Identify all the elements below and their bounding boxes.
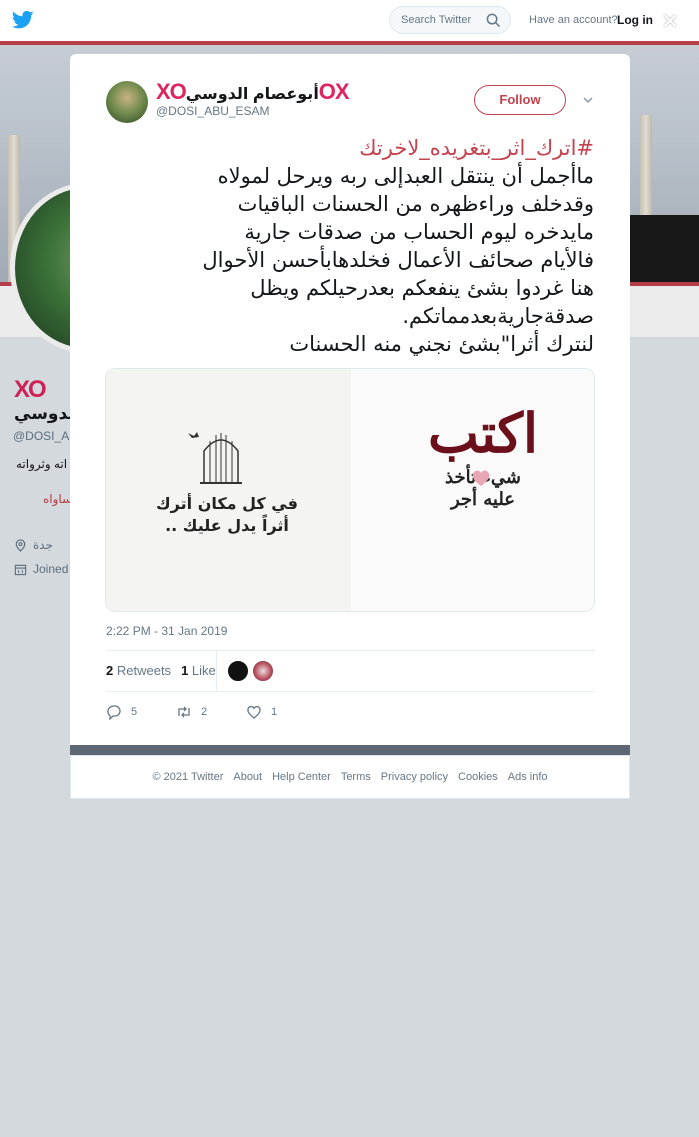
- heart-decoration-icon: [472, 470, 490, 486]
- image-left-panel: في كل مكان أترك أثراً يدل عليك ..: [106, 369, 351, 611]
- stats-separator: [216, 651, 217, 692]
- footer-link-cookies[interactable]: Cookies: [458, 771, 498, 783]
- image-left-caption: في كل مكان أترك أثراً يدل عليك ..: [132, 493, 322, 537]
- footer-link-help-center[interactable]: Help Center: [272, 771, 331, 783]
- heart-icon: [247, 705, 261, 719]
- search-input[interactable]: Search Twitter: [389, 6, 511, 34]
- footer-link-about[interactable]: About: [233, 771, 262, 783]
- author-name[interactable]: XOأبوعصام الدوسيOX: [156, 79, 350, 105]
- image-left-line: أثراً يدل عليك ..: [165, 516, 289, 535]
- name-decoration-right: OX: [318, 79, 350, 104]
- author-name-text: أبوعصام الدوسي: [185, 86, 319, 103]
- top-navigation-bar: Search Twitter Have an account? Log in: [0, 0, 699, 42]
- retweets-count: 2: [106, 663, 114, 678]
- search-icon[interactable]: [486, 13, 501, 28]
- retweet-count: 2: [201, 706, 208, 718]
- tweet-line: هنا غردوا بشئ ينفعكم بعدرحيلكم ويظل: [250, 276, 594, 300]
- image-right-panel: اكتب شيء تأخذ عليه أجر: [351, 369, 594, 611]
- tweet-line: مايدخره ليوم الحساب من صدقات جارية: [244, 220, 594, 244]
- search-placeholder: Search Twitter: [401, 14, 472, 26]
- tweet-timestamp[interactable]: 2:22 PM - 31 Jan 2019: [106, 624, 227, 638]
- footer-copyright: © 2021 Twitter: [152, 771, 224, 783]
- liker-avatar[interactable]: [252, 660, 274, 682]
- have-account-text: Have an account?: [529, 14, 618, 26]
- tweet-stats: 2 Retweets 1 Like: [106, 663, 216, 678]
- chevron-down-icon[interactable]: [582, 94, 594, 106]
- image-left-line: في كل مكان أترك: [156, 494, 298, 513]
- footer-link-terms[interactable]: Terms: [341, 771, 371, 783]
- image-right-headline: اكتب: [427, 401, 539, 465]
- tweet-line: صدقةجاريةبعدمماتكم.: [402, 304, 594, 328]
- tweet-line: ماأجمل أن ينتقل العبدإلى ربه ويرحل لمولا…: [217, 164, 594, 188]
- tweet-line: لنترك أثرا"بشئ نجني منه الحسنات: [289, 332, 594, 356]
- tweet-line: وقدخلف وراءظهره من الحسنات الباقيات: [237, 192, 594, 216]
- hashtag-link[interactable]: #اترك_اثر_بتغريده_لاخرتك: [100, 134, 594, 162]
- like-button[interactable]: 1: [246, 704, 316, 720]
- login-link[interactable]: Log in: [617, 13, 653, 27]
- close-icon[interactable]: ×: [657, 7, 683, 35]
- footer-link-privacy[interactable]: Privacy policy: [381, 771, 448, 783]
- reply-count: 5: [131, 706, 138, 718]
- retweets-label: Retweets: [116, 663, 172, 678]
- likes-count: 1: [181, 663, 189, 678]
- like-count: 1: [271, 706, 278, 718]
- liker-avatar[interactable]: [227, 660, 249, 682]
- retweet-icon: [178, 706, 190, 718]
- tweet-modal: XOأبوعصام الدوسيOX @DOSI_ABU_ESAM Follow…: [70, 54, 630, 745]
- retweet-button[interactable]: 2: [176, 704, 246, 720]
- image-right-line: عليه أجر: [450, 489, 516, 510]
- twitter-bird-icon[interactable]: [12, 10, 34, 30]
- footer-links: © 2021 Twitter About Help Center Terms P…: [70, 755, 630, 799]
- author-avatar[interactable]: [106, 81, 148, 123]
- author-handle[interactable]: @DOSI_ABU_ESAM: [156, 104, 270, 118]
- footer-link-ads-info[interactable]: Ads info: [508, 771, 548, 783]
- likes-stat[interactable]: 1 Like: [181, 663, 216, 678]
- name-decoration-left: XO: [156, 79, 187, 104]
- tweet-actions: 5 2 1: [106, 704, 316, 720]
- divider: [106, 650, 595, 651]
- birdcage-icon: [188, 432, 242, 484]
- retweets-stat[interactable]: 2 Retweets: [106, 663, 171, 678]
- tweet-text: #اترك_اثر_بتغريده_لاخرتك ماأجمل أن ينتقل…: [100, 134, 594, 358]
- image-right-caption: اكتب شيء تأخذ عليه أجر: [373, 399, 593, 511]
- reply-button[interactable]: 5: [106, 704, 176, 720]
- reply-icon: [107, 705, 121, 720]
- likes-label: Like: [191, 663, 216, 678]
- tweet-media-image[interactable]: في كل مكان أترك أثراً يدل عليك .. اكتب ش…: [105, 368, 595, 612]
- modal-bottom-bar: [70, 745, 630, 755]
- tweet-line: فالأيام صحائف الأعمال فخلدهابأحسن الأحوا…: [202, 248, 594, 272]
- divider: [106, 691, 595, 692]
- follow-button[interactable]: Follow: [474, 85, 566, 115]
